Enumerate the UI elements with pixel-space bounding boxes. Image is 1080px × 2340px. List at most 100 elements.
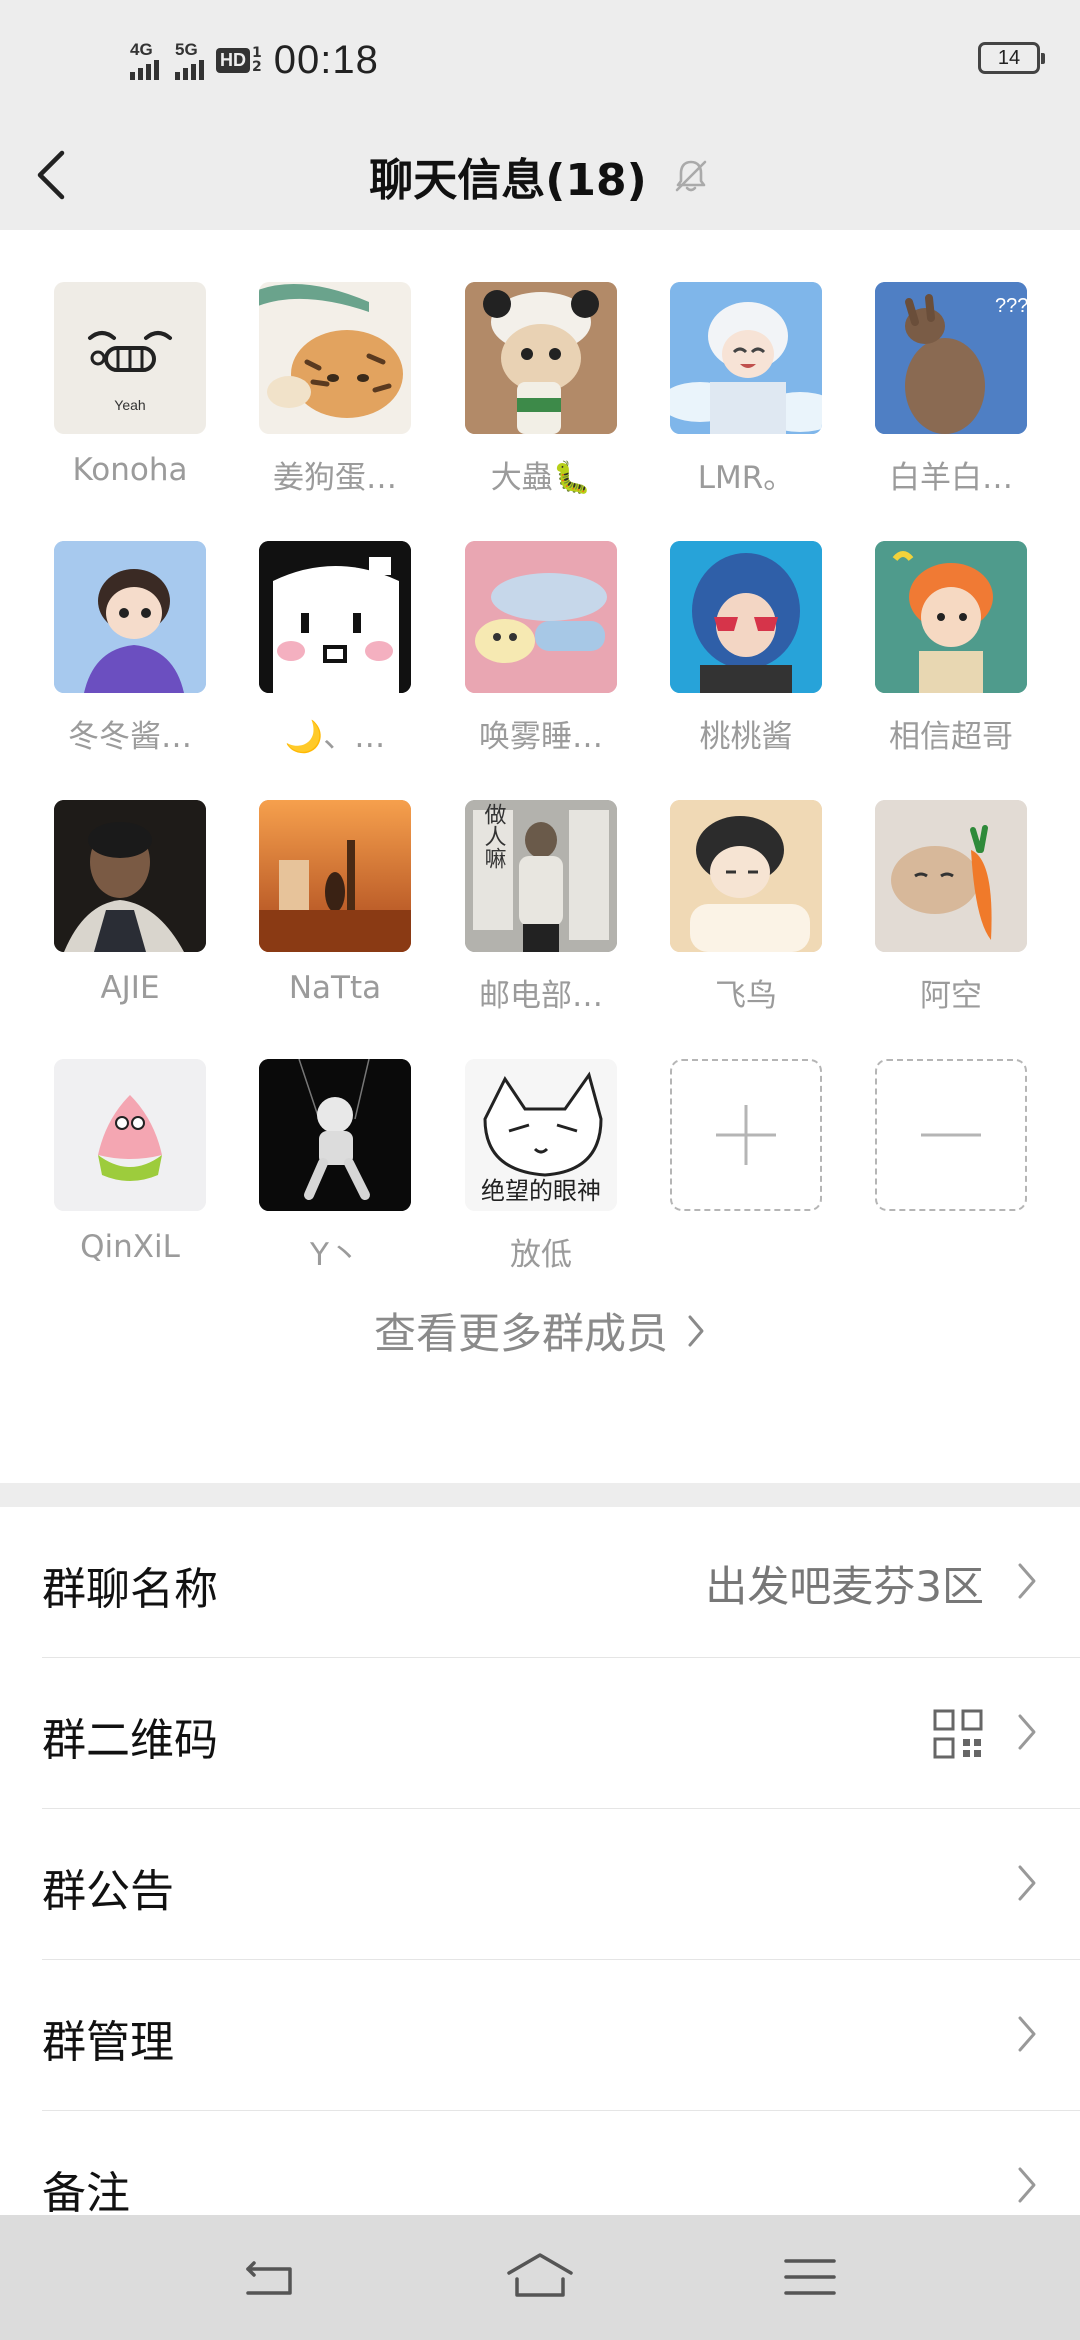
member-name: 放低 [510, 1237, 572, 1273]
hd-sim-index: 1 2 [252, 46, 262, 74]
status-bar: 4G 5G HD 1 2 00:18 14 [0, 0, 1080, 120]
avatar [259, 541, 411, 693]
group-name-row[interactable]: 群聊名称 出发吧麦芬3区 [42, 1507, 1080, 1658]
battery-level: 14 [997, 46, 1021, 69]
member-item[interactable]: 相信超哥 [875, 541, 1027, 761]
view-more-members-link[interactable]: 查看更多群成员 [0, 1300, 1080, 1361]
member-name: LMR。 [697, 460, 795, 496]
member-item[interactable]: 姜狗蛋… [259, 282, 411, 502]
group-qr-row[interactable]: 群二维码 [42, 1658, 1080, 1809]
member-item[interactable]: LMR。 [670, 282, 822, 502]
group-name-label: 群聊名称 [42, 1564, 218, 1615]
anime-girl-sunglasses-icon [670, 541, 822, 693]
member-name: 桃桃酱 [699, 719, 793, 755]
member-name: Y丶 [310, 1237, 360, 1273]
view-more-members-label: 查看更多群成员 [373, 1309, 668, 1358]
chat-info-screen: 4G 5G HD 1 2 00:18 14 聊天信息(18) Yeah Kono… [0, 0, 1080, 2340]
chevron-right-icon [688, 1315, 704, 1346]
patrick-star-icon [54, 1059, 206, 1211]
group-notice-row[interactable]: 群公告 [42, 1809, 1080, 1960]
member-item[interactable]: 飞鸟 [670, 800, 822, 1020]
member-name: 冬冬酱… [68, 719, 192, 755]
signal-5g-icon: 5G [175, 40, 204, 80]
member-name: 大蟲🐛 [490, 460, 592, 496]
add-member-slot[interactable] [670, 1059, 822, 1211]
group-members-panel: Yeah Konoha 姜狗蛋… 大蟲🐛 LMR。 ??? 白羊白… 冬冬酱… … [0, 230, 1080, 1483]
group-manage-label: 群管理 [42, 2017, 174, 2068]
member-name: QinXiL [80, 1229, 180, 1265]
member-item[interactable]: ??? 白羊白… [875, 282, 1027, 502]
cartoon-boy-orange-hair-icon [875, 541, 1027, 693]
member-item[interactable]: QinXiL [54, 1059, 206, 1279]
sunset-street-icon [259, 800, 411, 952]
avatar-caption: 做人嘛 [481, 803, 507, 869]
avatar-caption: Yeah [114, 397, 145, 413]
nav-menu-button[interactable] [780, 2247, 840, 2307]
chevron-right-icon [1018, 1865, 1036, 1901]
astronaut-icon [259, 1059, 411, 1211]
chevron-right-icon [1018, 1714, 1036, 1750]
avatar [465, 282, 617, 434]
member-item[interactable]: Yeah Konoha [54, 282, 206, 502]
nav-home-button[interactable] [505, 2247, 575, 2307]
member-name: AJIE [100, 970, 160, 1006]
avatar [259, 1059, 411, 1211]
avatar: Yeah [54, 282, 206, 434]
tiger-cartoon-icon [259, 284, 403, 418]
qr-code-icon [933, 1709, 983, 1759]
avatar [54, 1059, 206, 1211]
chevron-right-icon [1018, 2167, 1036, 2203]
member-name: NaTta [288, 970, 382, 1006]
anime-boy-sky-icon [670, 282, 822, 434]
plus-icon [715, 1104, 776, 1165]
hd-voice-icon: HD 1 2 [216, 46, 262, 74]
member-item[interactable]: NaTta [259, 800, 411, 1020]
member-name: 姜狗蛋… [273, 460, 397, 496]
despair-cat-meme-icon: 绝望的眼神 [465, 1059, 617, 1211]
chevron-right-icon [1018, 2016, 1036, 2052]
avatar [259, 800, 411, 952]
title-group: 聊天信息(18) [0, 144, 1080, 208]
svg-text:???: ??? [995, 295, 1027, 317]
person-photo-icon [54, 800, 206, 952]
battery-icon: 14 [978, 42, 1045, 74]
member-item[interactable]: 唤雾睡… [465, 541, 617, 761]
kitten-panda-hat-icon [465, 282, 617, 434]
avatar [465, 541, 617, 693]
member-item[interactable]: 🌙、… [259, 541, 411, 761]
avatar [259, 282, 411, 434]
group-settings-list: 群聊名称 出发吧麦芬3区 群二维码 群公告 群管理 备注 [0, 1507, 1080, 2219]
cat-with-carrot-icon [875, 800, 1027, 952]
network-type-label: 4G [130, 40, 153, 59]
member-name: 飞鸟 [715, 978, 777, 1014]
nav-back-button[interactable] [240, 2247, 300, 2307]
anime-sleepy-boy-icon [670, 800, 822, 952]
member-item[interactable]: AJIE [54, 800, 206, 1020]
member-item[interactable]: Y丶 [259, 1059, 411, 1279]
avatar [670, 541, 822, 693]
clock: 00:18 [273, 37, 379, 82]
group-name-value: 出发吧麦芬3区 [705, 1562, 984, 1611]
member-item[interactable]: 桃桃酱 [670, 541, 822, 761]
avatar [54, 541, 206, 693]
page-title: 聊天信息(18) [369, 155, 647, 206]
avatar: ??? [875, 282, 1027, 434]
avatar [670, 800, 822, 952]
hd-sub-bottom: 2 [252, 59, 262, 75]
member-item[interactable]: 做人嘛 邮电部… [465, 800, 617, 1020]
remove-member-slot[interactable] [875, 1059, 1027, 1211]
member-item[interactable]: 绝望的眼神 放低 [465, 1059, 617, 1279]
anime-kid-purple-icon [54, 541, 206, 693]
member-name: 相信超哥 [889, 719, 1013, 755]
group-manage-row[interactable]: 群管理 [42, 1960, 1080, 2111]
member-item[interactable]: 冬冬酱… [54, 541, 206, 761]
avatar [54, 800, 206, 952]
member-item[interactable]: 阿空 [875, 800, 1027, 1020]
kangaroo-icon: ??? [875, 282, 1027, 434]
member-item[interactable]: 大蟲🐛 [465, 282, 617, 502]
add-member-button[interactable] [670, 1059, 822, 1279]
avatar: 绝望的眼神 [465, 1059, 617, 1211]
remove-member-button[interactable] [875, 1059, 1027, 1279]
chevron-right-icon [1018, 1563, 1036, 1599]
hd-label: HD [216, 47, 250, 73]
